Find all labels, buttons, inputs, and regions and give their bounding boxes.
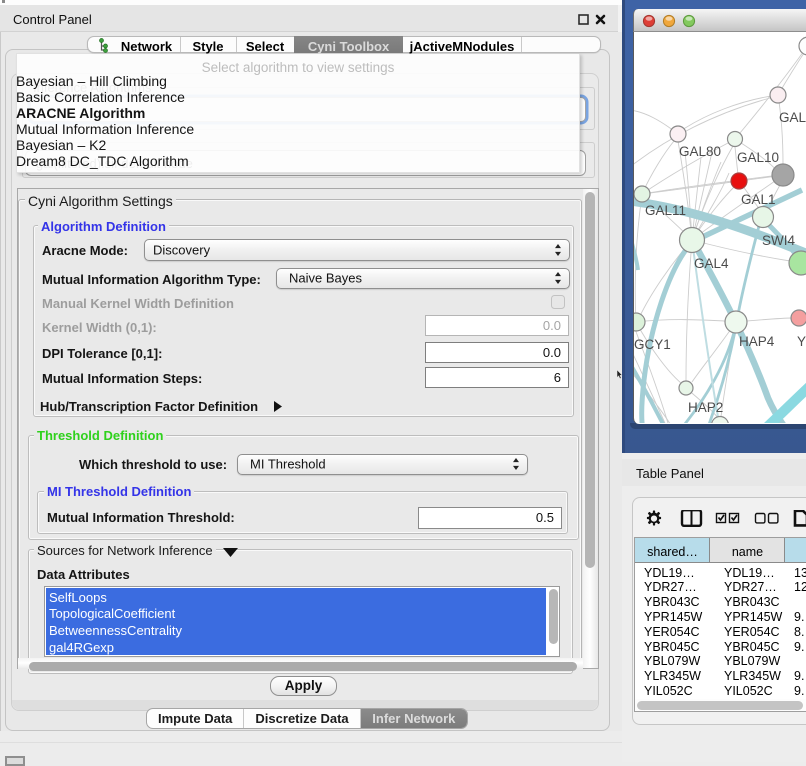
svg-text:GAL2: GAL2 xyxy=(779,110,806,125)
svg-text:GAL80: GAL80 xyxy=(679,144,721,159)
svg-text:GAL11: GAL11 xyxy=(645,203,686,218)
svg-text:GCY1: GCY1 xyxy=(634,337,671,352)
svg-text:Y: Y xyxy=(797,334,806,349)
svg-text:GAL1: GAL1 xyxy=(741,192,776,207)
svg-text:HAP2: HAP2 xyxy=(688,400,723,415)
svg-text:HAP4: HAP4 xyxy=(739,334,775,349)
svg-text:SWI4: SWI4 xyxy=(762,233,795,248)
svg-text:GAL10: GAL10 xyxy=(737,150,779,165)
svg-text:GAL4: GAL4 xyxy=(694,256,729,271)
